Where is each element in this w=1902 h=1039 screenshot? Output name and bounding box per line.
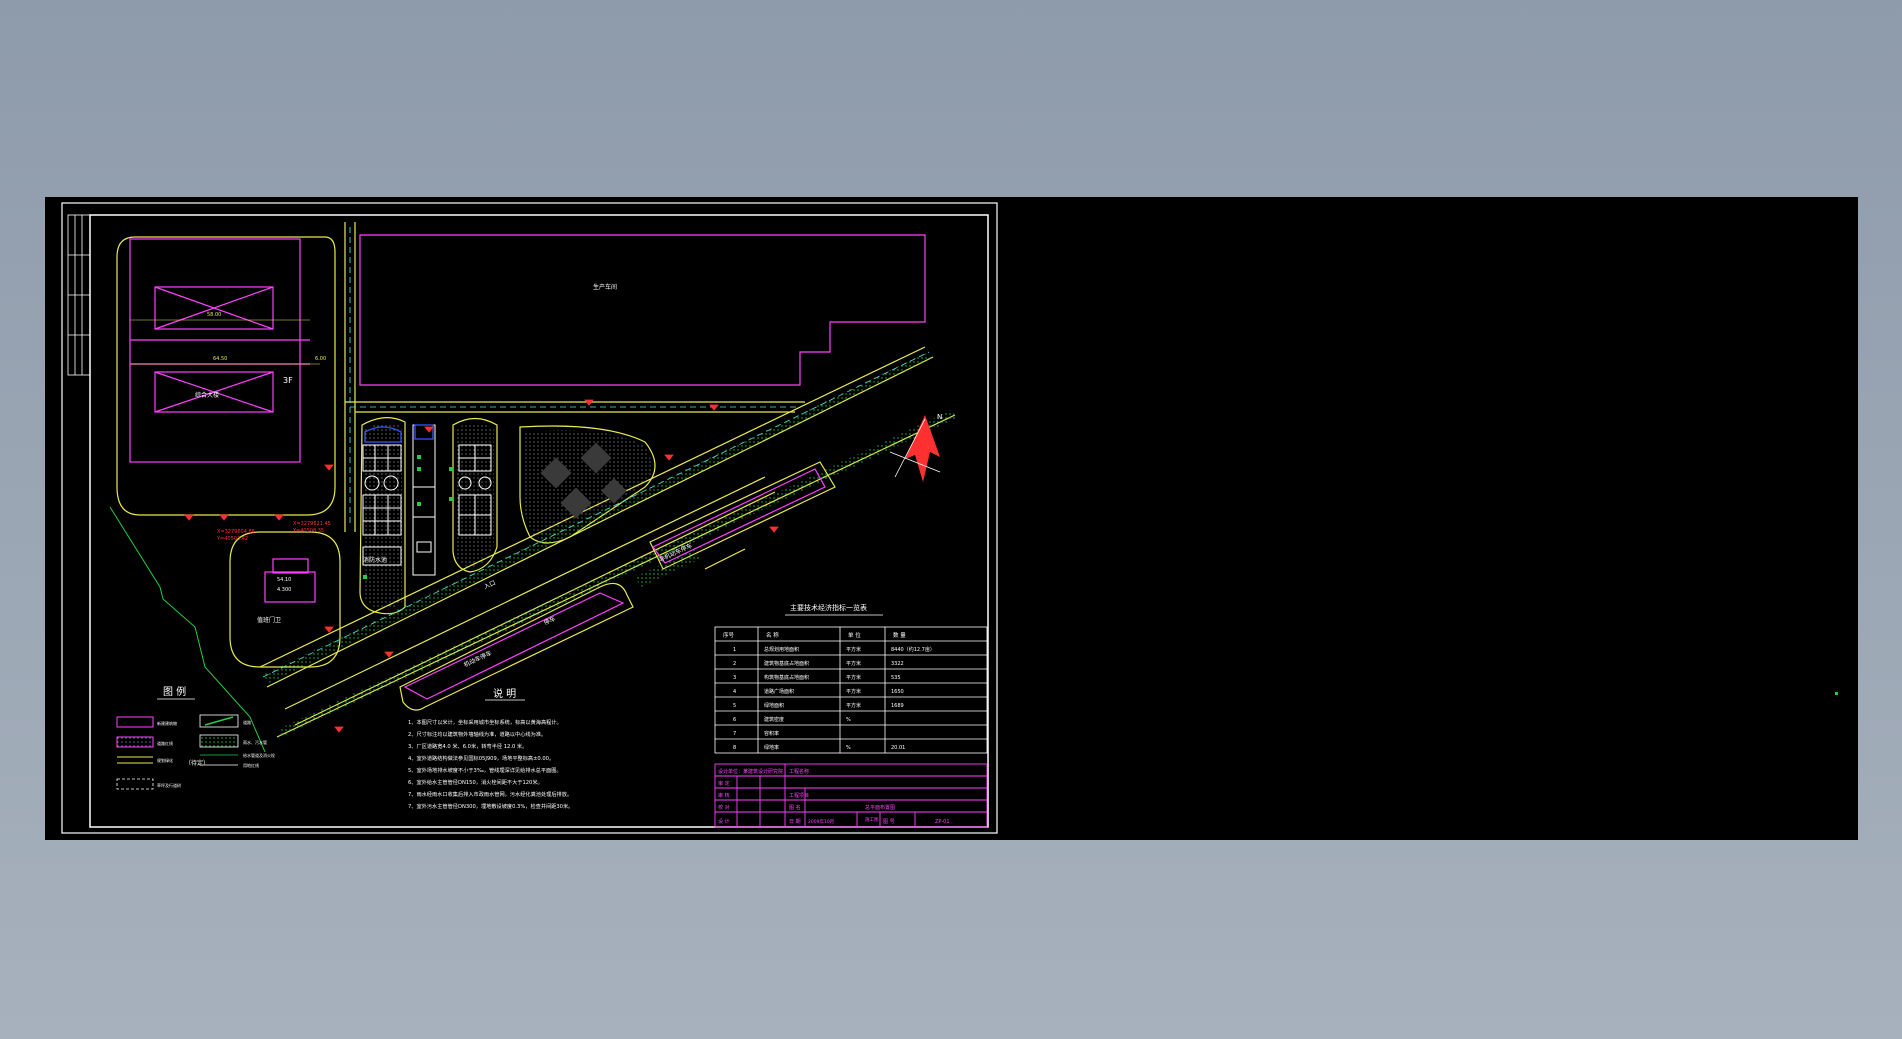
table-cell: 道路广场面积 [764,688,794,695]
table-cell: 3 [733,675,736,681]
legend-item-7: 给水管道及消火栓 [243,752,275,758]
guard-house-label: 值班门卫 [257,616,281,624]
table-cell: 20.01 [891,745,905,751]
table-cell: 1 [733,647,736,653]
stage-label: 施工图 [865,816,879,823]
binding-strip [67,214,91,376]
row-0: 审 定 [718,780,730,787]
table-cell: 8 [733,745,736,751]
site-plan-drawing: N 生产车间 综合大楼 3F 58.00 64.50 6.00 值班门卫 54.… [61,202,1838,834]
legend-item-6: （待定） [185,759,209,767]
date-label: 日 期 [789,819,801,825]
table-cell: 1650 [891,689,904,695]
table-header: 单 位 [848,631,861,639]
drawing-no-label: 图 号 [883,819,895,825]
table-cell: 4 [733,689,736,695]
parking-label-3: 停车 [542,614,556,626]
guard-elev-b: 4.300 [277,587,291,593]
table-cell: 5 [733,703,736,709]
drawing-name: 总平面布置图 [865,804,895,811]
table-cell: 平方米 [846,660,861,667]
table-header: 序号 [723,631,735,639]
legend-item-8: 用地红线 [243,762,259,768]
table-cell: 建筑物基底占地面积 [764,660,809,667]
legend: 图 例 新建建筑物 道路红线 规划绿化 草坪及行道树 （待定） 道路 雨水、污水… [116,685,275,790]
note-line-2: 3、厂区道路宽4.0 米、6.0米，转弯半径 12.0 米。 [408,742,527,750]
note-line-5: 6、室外给水主管管径DN150，消火栓间距不大于120米。 [408,778,543,786]
table-cell: % [846,717,851,723]
table-cell: % [846,745,851,751]
note-line-6: 7、雨水经雨水口收集后排入市政雨水管网，污水经化粪池处理后排放。 [408,790,572,798]
cad-viewport[interactable]: N 生产车间 综合大楼 3F 58.00 64.50 6.00 值班门卫 54.… [45,197,1858,840]
table-cell: 建筑密度 [764,716,784,723]
coord-1a: X=3279604.86 [217,529,255,535]
table-cell: 平方米 [846,688,861,695]
indicator-table-title: 主要技术经济指标一览表 [790,603,867,612]
row-2: 校 对 [718,804,730,811]
row-3: 设 计 [718,818,730,825]
notes-block: 说 明 1、本图尺寸以米计，坐标采用城市坐标系统，标高以黄海高程计。 2、尺寸标… [408,687,573,810]
title-block: 设计单位：某建筑设计研究院 工程名称 工程项目 审 定 审 核 校 对 设 计 … [714,763,988,828]
legend-item-2: 规划绿化 [157,757,173,763]
legend-title: 图 例 [163,685,186,698]
note-line-7: 7、室外污水主管管径DN300，埋地敷设坡度0.3%，检查井间距30米。 [408,802,573,810]
model-space-point [1835,692,1838,695]
table-cell: 构筑物基底占地面积 [764,674,809,681]
table-cell: 535 [891,675,901,681]
coord-2b: Y=40508.35 [292,528,324,534]
table-cell: 6 [733,717,736,723]
table-cell: 7 [733,731,736,737]
notes-title: 说 明 [493,687,516,700]
guard-elev-a: 54.10 [277,577,291,583]
office-dim-b: 64.50 [213,356,227,362]
table-header: 名 称 [766,631,779,639]
note-line-4: 5、室外场地排水坡度不小于3‰，管线埋深详见给排水总平面图。 [408,766,562,774]
note-line-3: 4、室外道路结构做法参见国标05J909，场地平整标高±0.00。 [408,754,554,762]
table-header: 数 量 [893,631,906,639]
legend-item-3: 草坪及行道树 [157,782,181,788]
table-cell: 绿地率 [764,744,779,751]
table-cell: 8440（约12.7亩） [891,646,935,653]
production-label: 生产车间 [593,283,617,291]
table-cell: 2 [733,661,736,667]
row-1: 审 核 [718,792,730,799]
indicator-table: 主要技术经济指标一览表 序号名 称单 位数 量1 总规划用地面积 平方米 8440（约… [714,603,988,754]
north-label: N [937,413,942,421]
legend-item-0: 新建建筑物 [157,720,177,726]
road-label: 入口 [483,579,497,590]
table-cell: 平方米 [846,674,861,681]
table-cell: 容积率 [764,730,779,737]
office-dim-c: 6.00 [315,356,326,362]
table-cell: 1689 [891,703,904,709]
table-cell: 平方米 [846,702,861,709]
table-cell: 3322 [891,661,904,667]
table-cell: 绿地面积 [764,702,784,709]
coord-2a: X=3279621.45 [293,521,331,527]
drawing-no: ZP-01 [935,819,950,825]
project-label: 工程名称 [789,768,809,775]
coord-1b: Y=40503.42 [216,536,248,542]
table-cell: 总规划用地面积 [764,646,799,653]
note-line-0: 1、本图尺寸以米计，坐标采用城市坐标系统，标高以黄海高程计。 [408,718,562,726]
design-unit: 设计单位：某建筑设计研究院 [718,768,783,775]
legend-item-4: 道路 [243,719,251,725]
sub-project-label: 工程项目 [789,792,809,799]
legend-item-1: 道路红线 [157,740,173,746]
site-boundary-line [109,506,266,753]
drawing-name-label: 图 名 [789,804,801,811]
office-dim-a: 58.00 [207,312,221,318]
pump-house-label: 消防水池 [363,556,387,564]
note-line-1: 2、尺寸标注均以建筑物外墙轴线为准，道路以中心线为准。 [408,730,546,738]
legend-item-5: 雨水、污水管 [243,739,267,745]
office-building-footprint [129,238,301,463]
production-building [359,234,926,386]
table-cell: 平方米 [846,646,861,653]
office-floors: 3F [283,376,293,385]
date-value: 2009年10月 [808,818,834,825]
office-label: 综合大楼 [195,391,219,399]
